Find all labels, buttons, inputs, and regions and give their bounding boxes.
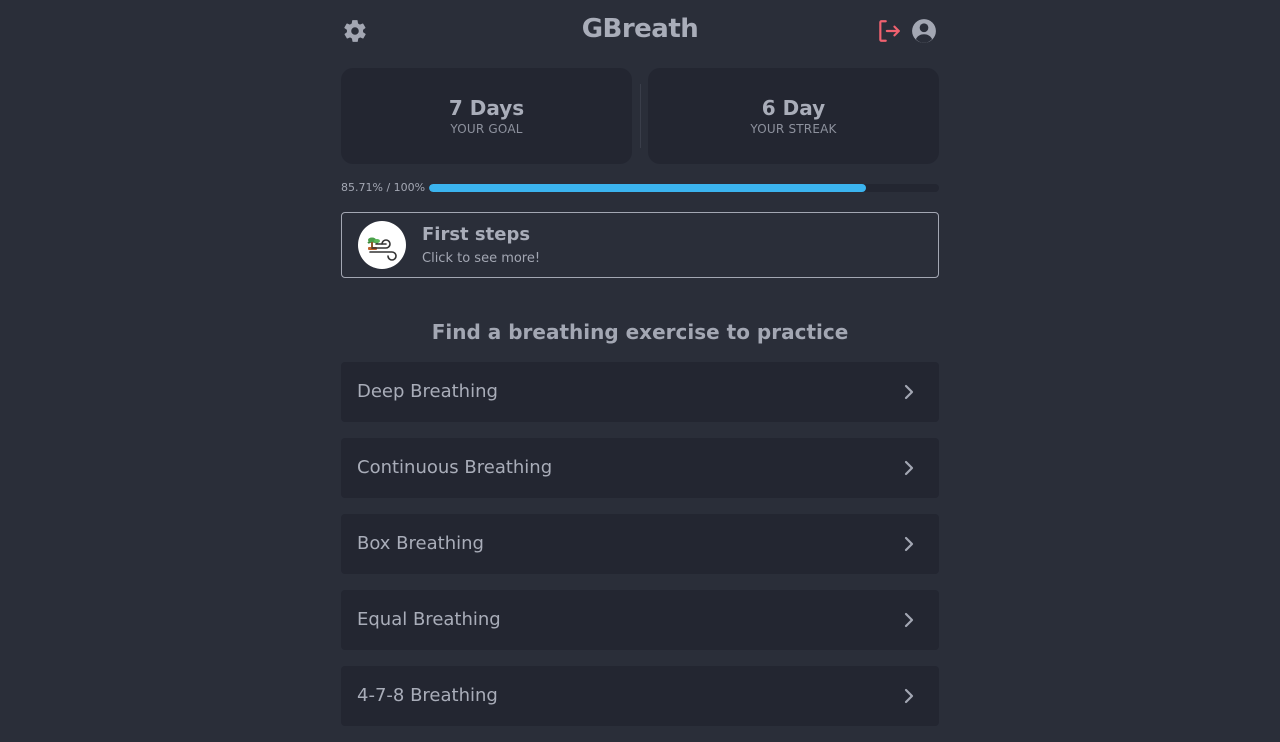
wind-bonsai-icon bbox=[358, 221, 406, 269]
exercise-label: Continuous Breathing bbox=[357, 457, 553, 478]
progress-track bbox=[429, 184, 939, 192]
goal-label: YOUR GOAL bbox=[450, 122, 523, 136]
profile-button[interactable] bbox=[911, 18, 937, 44]
achievement-card[interactable]: First steps Click to see more! bbox=[341, 212, 939, 278]
streak-card: 6 Day YOUR STREAK bbox=[648, 68, 939, 164]
progress-fill bbox=[429, 184, 867, 192]
exercise-label: 4-7-8 Breathing bbox=[357, 685, 498, 706]
exercise-item-4-7-8-breathing[interactable]: 4-7-8 Breathing bbox=[341, 666, 939, 726]
achievement-title: First steps bbox=[422, 224, 531, 245]
exercise-label: Equal Breathing bbox=[357, 609, 501, 630]
exercise-label: Deep Breathing bbox=[357, 381, 498, 402]
goal-value: 7 Days bbox=[448, 96, 525, 120]
chevron-right-icon bbox=[904, 384, 914, 400]
chevron-right-icon bbox=[904, 536, 914, 552]
exercise-item-box-breathing[interactable]: Box Breathing bbox=[341, 514, 939, 574]
streak-value: 6 Day bbox=[761, 96, 826, 120]
chevron-right-icon bbox=[904, 460, 914, 476]
exercise-list: Deep Breathing Continuous Breathing Box … bbox=[341, 362, 939, 742]
logout-button[interactable] bbox=[876, 18, 902, 44]
section-title: Find a breathing exercise to practice bbox=[431, 320, 849, 344]
exercise-item-deep-breathing[interactable]: Deep Breathing bbox=[341, 362, 939, 422]
app-logo: GBreath bbox=[581, 14, 699, 44]
streak-label: YOUR STREAK bbox=[750, 122, 837, 136]
exercise-item-continuous-breathing[interactable]: Continuous Breathing bbox=[341, 438, 939, 498]
logout-icon bbox=[879, 20, 900, 42]
goal-card: 7 Days YOUR GOAL bbox=[341, 68, 632, 164]
progress-text: 85.71% / 100% bbox=[341, 181, 426, 194]
exercise-label: Box Breathing bbox=[357, 533, 484, 554]
user-circle-icon bbox=[912, 19, 936, 43]
chevron-right-icon bbox=[904, 688, 914, 704]
stats-divider bbox=[640, 84, 641, 148]
home-page: GBreath 7 Days YOUR GOAL 6 Day YOUR STRE… bbox=[341, 0, 939, 726]
exercise-item-equal-breathing[interactable]: Equal Breathing bbox=[341, 590, 939, 650]
chevron-right-icon bbox=[904, 612, 914, 628]
achievement-subtitle: Click to see more! bbox=[422, 251, 541, 266]
app-header: GBreath bbox=[341, 0, 939, 64]
goal-progress: 85.71% / 100% bbox=[341, 180, 939, 196]
stats-panel: 7 Days YOUR GOAL 6 Day YOUR STREAK bbox=[341, 68, 939, 164]
